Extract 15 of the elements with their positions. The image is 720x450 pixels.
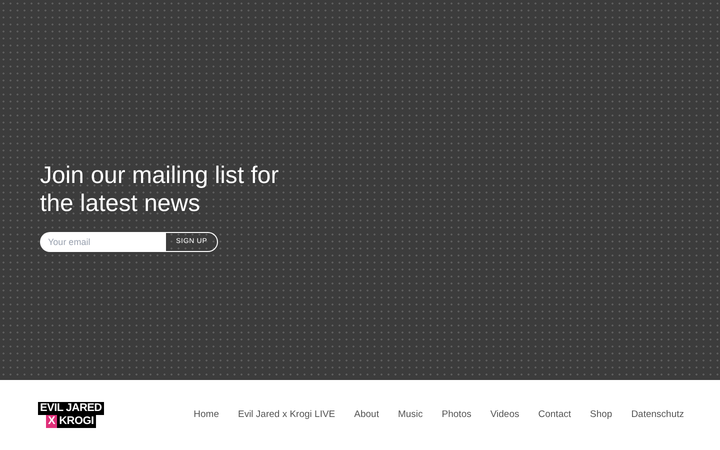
nav-link[interactable]: Home <box>194 408 219 422</box>
nav-link[interactable]: Evil Jared x Krogi LIVE <box>238 408 336 422</box>
nav-link[interactable]: About <box>354 408 379 422</box>
nav-link[interactable]: Videos <box>490 408 520 422</box>
nav-link[interactable]: Music <box>398 408 423 422</box>
mailing-list-heading: Join our mailing list for the latest news <box>40 162 280 218</box>
nav-link[interactable]: Shop <box>590 408 612 422</box>
logo-text: EVIL JARED <box>38 402 104 415</box>
email-field[interactable]: Your email <box>40 232 166 252</box>
nav-link[interactable]: Datenschutz <box>631 408 684 422</box>
logo-text: KROGI <box>57 415 96 428</box>
nav-link[interactable]: Photos <box>442 408 472 422</box>
logo[interactable]: EVIL JARED X KROGI <box>38 402 104 428</box>
logo-text: X <box>46 415 58 428</box>
nav-link[interactable]: Contact <box>538 408 571 422</box>
